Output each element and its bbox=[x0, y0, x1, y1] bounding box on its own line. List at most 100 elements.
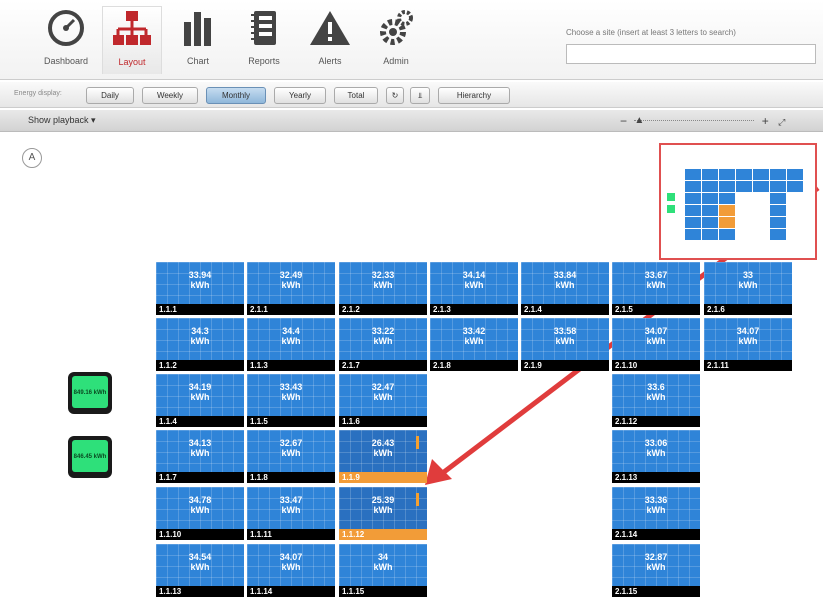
panel-energy-value: 25.39 kWh bbox=[371, 495, 395, 515]
tree-view-button[interactable]: ⫫ bbox=[410, 87, 430, 104]
panel-tile[interactable]: 34.14 kWh 2.1.3 bbox=[430, 262, 518, 315]
site-search-input[interactable] bbox=[566, 44, 816, 64]
panel-id-label: 2.1.13 bbox=[612, 472, 700, 483]
panel-tile[interactable]: 26.43 kWh 1.1.9 bbox=[339, 430, 427, 483]
panel-tile[interactable]: 32.67 kWh 1.1.8 bbox=[247, 430, 335, 483]
panel-id-label: 2.1.5 bbox=[612, 304, 700, 315]
panel-id-label: 1.1.3 bbox=[247, 360, 335, 371]
panel-tile[interactable]: 32.87 kWh 2.1.15 bbox=[612, 544, 700, 597]
panel-tile[interactable]: 33.22 kWh 2.1.7 bbox=[339, 318, 427, 371]
panel-energy-value: 33.94 kWh bbox=[188, 270, 212, 290]
minimap-panel bbox=[770, 229, 786, 240]
panel-tile[interactable]: 34.4 kWh 1.1.3 bbox=[247, 318, 335, 371]
inverter-energy-value: 846.45 kWh bbox=[72, 440, 108, 472]
fit-screen-icon[interactable]: ⤢ bbox=[778, 117, 785, 127]
panel-tile[interactable]: 32.33 kWh 2.1.2 bbox=[339, 262, 427, 315]
daily-button[interactable]: Daily bbox=[86, 87, 134, 104]
panel-energy-value: 34.54 kWh bbox=[188, 552, 212, 572]
inverter-icon[interactable]: 846.45 kWh bbox=[68, 436, 112, 478]
panel-tile[interactable]: 33.47 kWh 1.1.11 bbox=[247, 487, 335, 540]
panel-id-label: 1.1.5 bbox=[247, 416, 335, 427]
panel-tile[interactable]: 33.06 kWh 2.1.13 bbox=[612, 430, 700, 483]
minimap-panel bbox=[770, 169, 786, 180]
zoom-slider-handle-icon[interactable]: ▲ bbox=[634, 115, 644, 126]
panel-tile[interactable]: 33.42 kWh 2.1.8 bbox=[430, 318, 518, 371]
panel-id-label: 2.1.15 bbox=[612, 586, 700, 597]
monthly-button[interactable]: Monthly bbox=[206, 87, 266, 104]
minimap-panel bbox=[770, 181, 786, 192]
panel-energy-value: 33.6 kWh bbox=[646, 382, 666, 402]
panel-id-label: 1.1.10 bbox=[156, 529, 244, 540]
panel-tile[interactable]: 34.07 kWh 1.1.14 bbox=[247, 544, 335, 597]
nav-layout[interactable]: Layout bbox=[102, 6, 162, 74]
panel-tile[interactable]: 33.43 kWh 1.1.5 bbox=[247, 374, 335, 427]
panel-energy-value: 34 kWh bbox=[373, 552, 393, 572]
panel-tile[interactable]: 34.07 kWh 2.1.10 bbox=[612, 318, 700, 371]
playback-bar: Show playback ▾ − ▲ + ⤢ bbox=[0, 110, 823, 132]
panel-tile[interactable]: 33.67 kWh 2.1.5 bbox=[612, 262, 700, 315]
minimap-panel bbox=[719, 181, 735, 192]
panel-tile[interactable]: 34 kWh 1.1.15 bbox=[339, 544, 427, 597]
panel-tile[interactable]: 34.07 kWh 2.1.11 bbox=[704, 318, 792, 371]
yearly-button[interactable]: Yearly bbox=[274, 87, 326, 104]
nav-alerts[interactable]: Alerts bbox=[300, 6, 360, 74]
minimap-panel bbox=[702, 181, 718, 192]
panel-energy-value: 33.22 kWh bbox=[371, 326, 395, 346]
panel-id-label: 2.1.6 bbox=[704, 304, 792, 315]
panel-tile[interactable]: 33.84 kWh 2.1.4 bbox=[521, 262, 609, 315]
zoom-out-button[interactable]: − bbox=[620, 114, 627, 128]
minimap-panel bbox=[719, 193, 735, 204]
minimap-inverter bbox=[667, 205, 675, 213]
panel-energy-value: 34.14 kWh bbox=[462, 270, 486, 290]
nav-layout-label: Layout bbox=[118, 57, 146, 67]
minimap-panel bbox=[787, 169, 803, 180]
gears-icon bbox=[380, 10, 413, 45]
panel-id-label: 2.1.4 bbox=[521, 304, 609, 315]
nav-admin[interactable]: Admin bbox=[366, 6, 426, 74]
panel-tile[interactable]: 33 kWh 2.1.6 bbox=[704, 262, 792, 315]
panel-id-label: 1.1.15 bbox=[339, 586, 427, 597]
panel-tile[interactable]: 33.94 kWh 1.1.1 bbox=[156, 262, 244, 315]
panel-id-label: 1.1.14 bbox=[247, 586, 335, 597]
panel-energy-value: 33.84 kWh bbox=[553, 270, 577, 290]
minimap-panel bbox=[753, 181, 769, 192]
nav-reports[interactable]: Reports bbox=[234, 6, 294, 74]
total-button[interactable]: Total bbox=[334, 87, 378, 104]
show-playback-dropdown[interactable]: Show playback ▾ bbox=[28, 115, 96, 126]
minimap-panel bbox=[770, 205, 786, 216]
nav-dashboard[interactable]: Dashboard bbox=[36, 6, 96, 74]
minimap-panel bbox=[685, 193, 701, 204]
panel-tile[interactable]: 33.58 kWh 2.1.9 bbox=[521, 318, 609, 371]
panel-tile[interactable]: 33.6 kWh 2.1.12 bbox=[612, 374, 700, 427]
inverter-icon[interactable]: 849.16 kWh bbox=[68, 372, 112, 414]
weekly-button[interactable]: Weekly bbox=[142, 87, 198, 104]
panel-energy-value: 32.87 kWh bbox=[644, 552, 668, 572]
panel-energy-value: 32.67 kWh bbox=[279, 438, 303, 458]
panel-tile[interactable]: 34.78 kWh 1.1.10 bbox=[156, 487, 244, 540]
panel-energy-value: 34.78 kWh bbox=[188, 495, 212, 515]
panel-id-label: 2.1.9 bbox=[521, 360, 609, 371]
minimap-panel bbox=[770, 217, 786, 228]
zoom-in-button[interactable]: + bbox=[762, 114, 769, 128]
minimap-panel bbox=[736, 181, 752, 192]
panel-tile[interactable]: 33.36 kWh 2.1.14 bbox=[612, 487, 700, 540]
compass-icon[interactable]: A bbox=[22, 148, 42, 168]
panel-tile[interactable]: 25.39 kWh 1.1.12 bbox=[339, 487, 427, 540]
panel-energy-value: 26.43 kWh bbox=[371, 438, 395, 458]
panel-energy-value: 33.06 kWh bbox=[644, 438, 668, 458]
panel-tile[interactable]: 32.49 kWh 2.1.1 bbox=[247, 262, 335, 315]
refresh-button[interactable]: ↻ bbox=[386, 87, 404, 104]
panel-tile[interactable]: 34.3 kWh 1.1.2 bbox=[156, 318, 244, 371]
panel-tile[interactable]: 34.13 kWh 1.1.7 bbox=[156, 430, 244, 483]
hierarchy-button[interactable]: Hierarchy bbox=[438, 87, 510, 104]
minimap[interactable] bbox=[659, 143, 817, 260]
panel-tile[interactable]: 34.54 kWh 1.1.13 bbox=[156, 544, 244, 597]
nav-dashboard-label: Dashboard bbox=[43, 56, 89, 66]
zoom-slider[interactable]: ▲ bbox=[634, 115, 755, 126]
panel-tile[interactable]: 34.19 kWh 1.1.4 bbox=[156, 374, 244, 427]
panel-id-label: 1.1.1 bbox=[156, 304, 244, 315]
nav-chart[interactable]: Chart bbox=[168, 6, 228, 74]
panel-id-label: 1.1.12 bbox=[339, 529, 427, 540]
panel-tile[interactable]: 32.47 kWh 1.1.6 bbox=[339, 374, 427, 427]
minimap-panel bbox=[685, 217, 701, 228]
